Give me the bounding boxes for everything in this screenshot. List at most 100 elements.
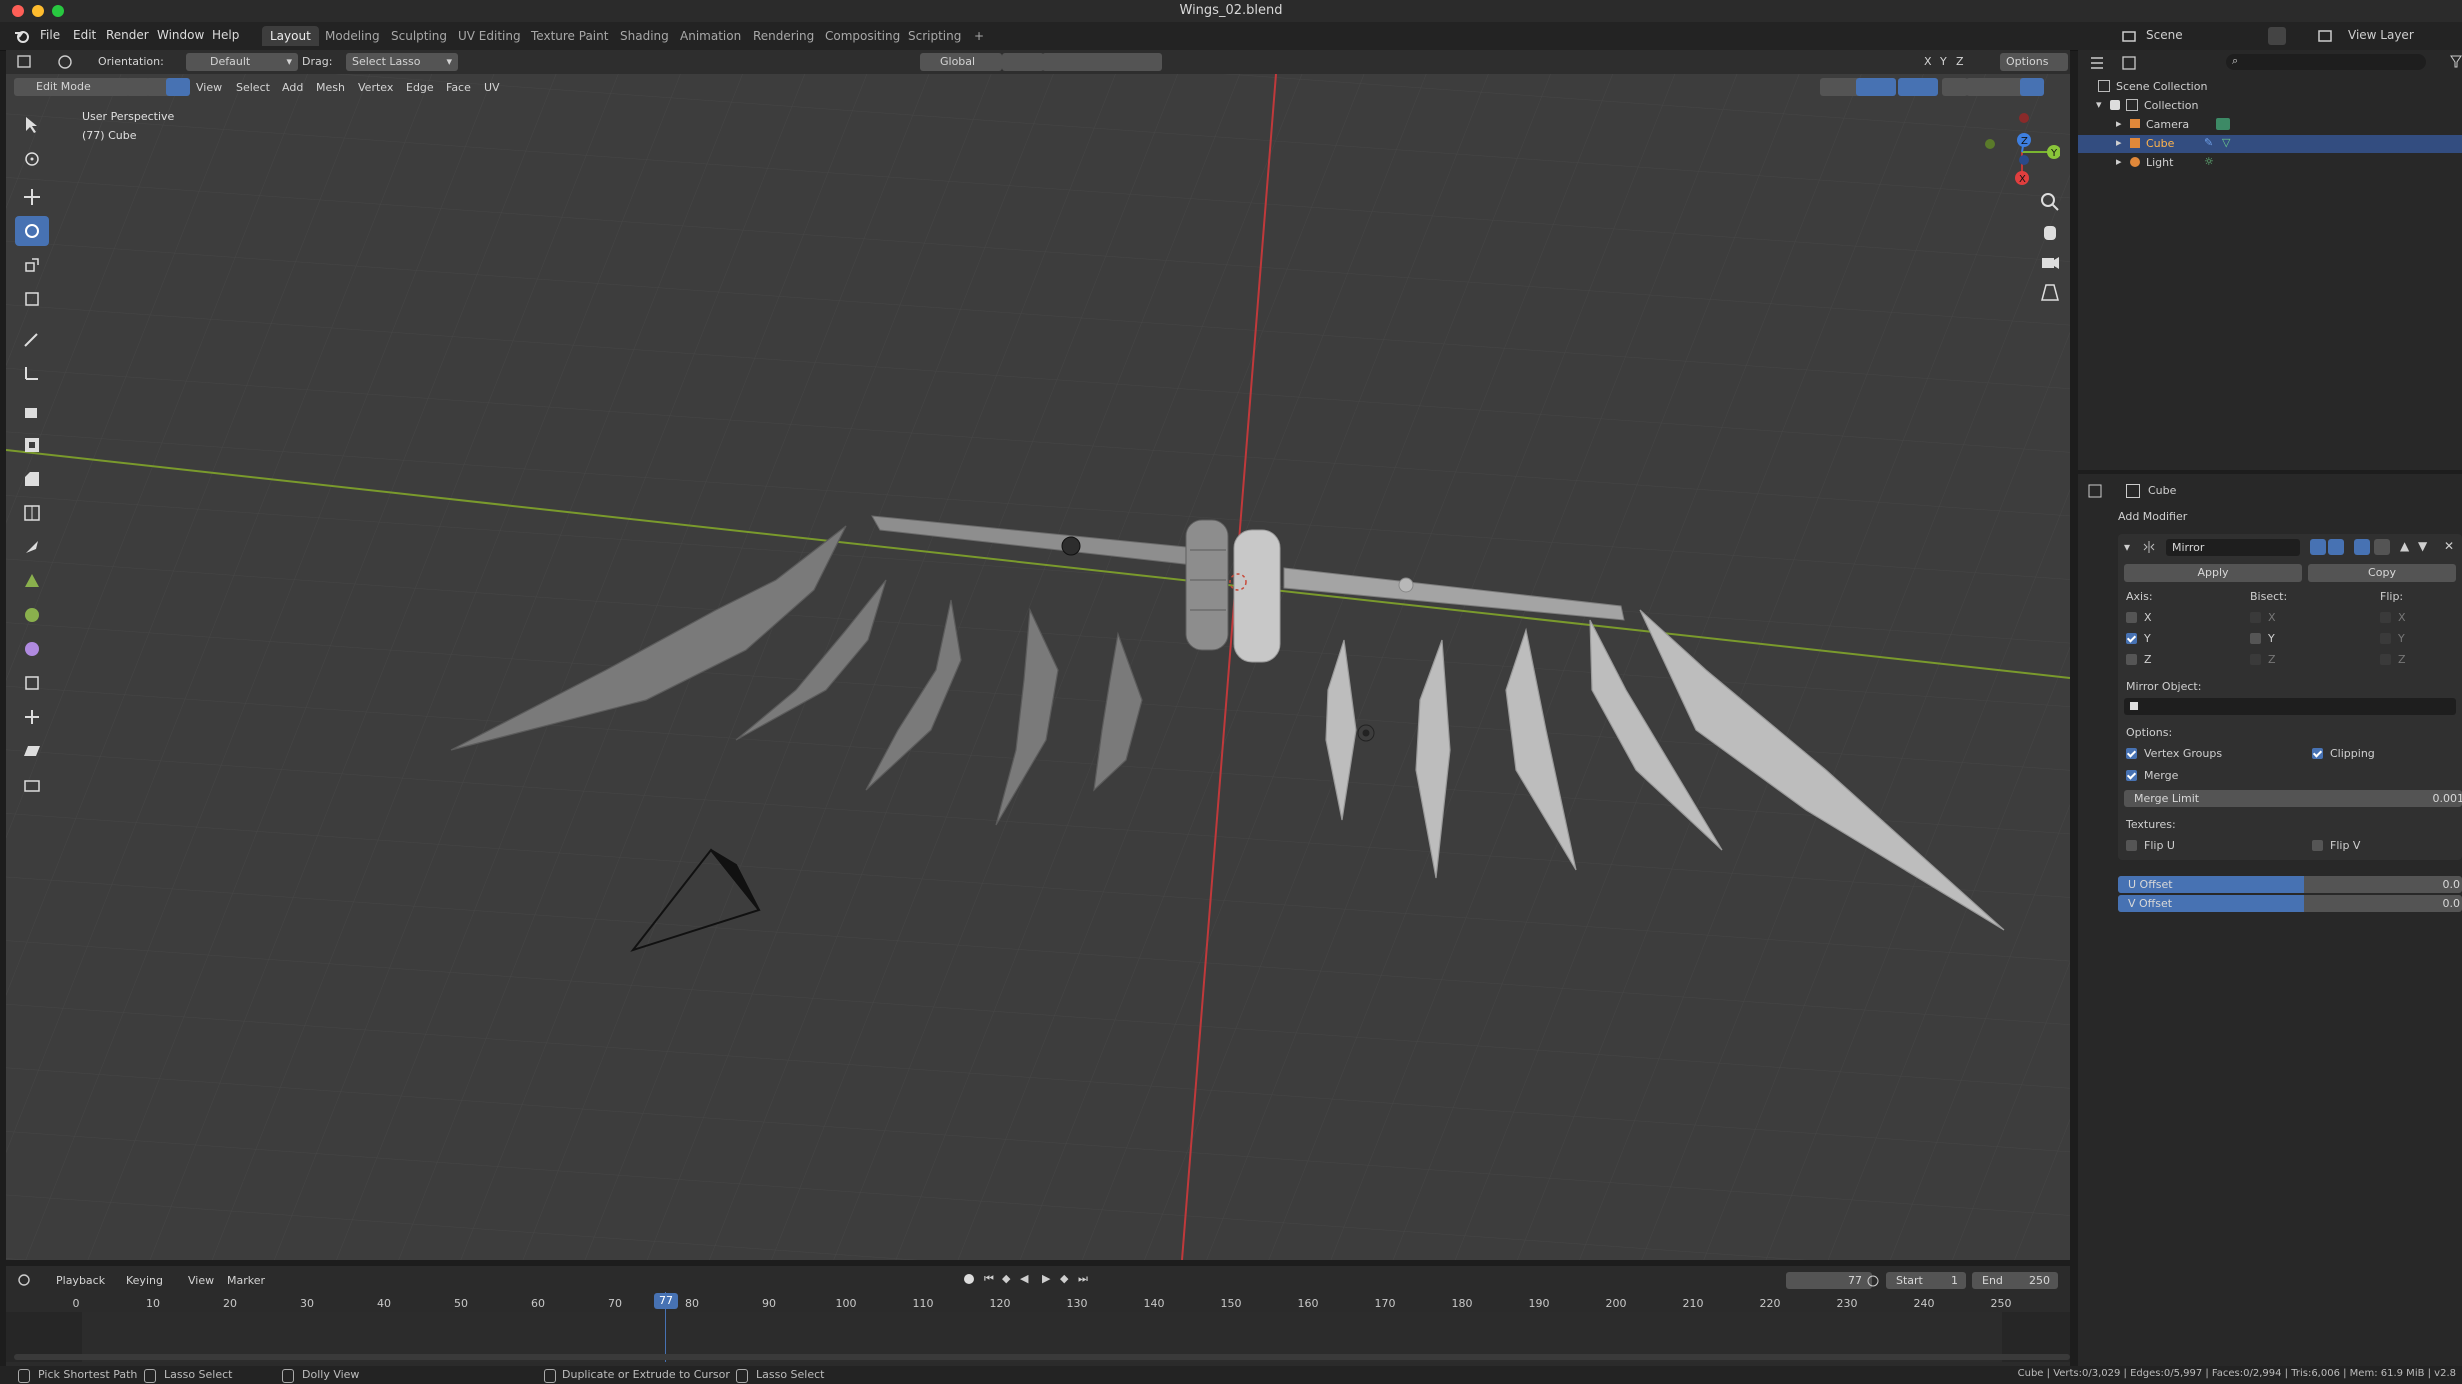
rotate-tool[interactable] [15,216,49,246]
merge-limit-field[interactable]: Merge Limit 0.001 [2124,790,2462,807]
playhead-frame-badge[interactable]: 77 [654,1293,678,1309]
u-offset-field[interactable]: U Offset 0.0 [2118,876,2462,893]
orientation-dropdown[interactable]: Default ▾ [186,53,298,71]
outliner-collection[interactable]: ▾ Collection [2078,97,2462,115]
inset-tool[interactable] [15,430,49,460]
extrude-tool[interactable] [15,396,49,426]
mode-dropdown[interactable]: Edit Mode [14,78,130,96]
proportional-falloff-dropdown[interactable] [1120,53,1162,71]
display-mode-icon[interactable] [2120,54,2140,72]
menu-mesh[interactable]: Mesh [316,81,345,94]
timeline-editor[interactable]: Playback Keying View Marker ⏮ ◆ ◀ ▶ ◆ ⏭ … [6,1266,2070,1370]
on-cage-toggle[interactable] [2374,539,2390,555]
shrink-fatten-tool[interactable] [15,702,49,732]
navigation-gizmo[interactable]: X Y Z [1980,110,2061,190]
jump-start-icon[interactable]: ⏮ [984,1272,994,1286]
drag-dropdown[interactable]: Select Lasso ▾ [346,53,458,71]
play-icon[interactable]: ▶ [1042,1272,1050,1285]
transform-tool[interactable] [15,284,49,314]
xray-toggle[interactable] [1942,78,1968,96]
menu-window[interactable]: Window [157,28,204,42]
scale-tool[interactable] [15,250,49,280]
gizmo-toggle[interactable] [1856,78,1896,96]
tab-texture-paint[interactable]: Texture Paint [523,26,616,46]
outliner-search-input[interactable]: ⌕ [2226,54,2426,70]
bisect-x-checkbox[interactable] [2250,612,2261,623]
mirror-axis-y[interactable]: Y [1940,55,1947,68]
selectability-visibility-dropdown[interactable] [1820,78,1860,96]
outliner-scene-collection[interactable]: Scene Collection [2078,78,2462,96]
overlay-toggle[interactable] [1898,78,1938,96]
rip-region-tool[interactable] [15,770,49,800]
cursor-tool[interactable] [15,144,49,174]
menu-face[interactable]: Face [446,81,471,94]
tab-shading[interactable]: Shading [612,26,677,46]
v-offset-field[interactable]: V Offset 0.0 [2118,895,2462,912]
perspective-toggle-icon[interactable] [2038,280,2062,304]
bisect-y-checkbox[interactable] [2250,633,2261,644]
menu-marker[interactable]: Marker [227,1274,265,1287]
view-layer-selector[interactable]: View Layer [2348,28,2414,42]
flip-v-checkbox[interactable] [2312,840,2323,851]
editor-type-icon[interactable] [16,53,36,71]
pivot-point-dropdown[interactable] [1002,53,1044,71]
play-reverse-icon[interactable]: ◀ [1020,1272,1028,1285]
start-frame-field[interactable]: Start 1 [1886,1272,1966,1289]
menu-keying[interactable]: Keying [126,1274,163,1287]
menu-uv[interactable]: UV [484,81,500,94]
editmode-toggle[interactable] [2354,539,2370,555]
menu-edge[interactable]: Edge [406,81,434,94]
face-select-mode[interactable] [166,78,190,96]
poly-build-tool[interactable] [15,566,49,596]
pan-hand-icon[interactable] [2038,220,2062,244]
move-up-icon[interactable]: ▲ [2400,539,2409,553]
knife-tool[interactable] [15,532,49,562]
flip-y-checkbox[interactable] [2380,633,2391,644]
menu-select[interactable]: Select [236,81,270,94]
blender-logo-icon[interactable] [14,28,30,44]
outliner-item-light[interactable]: ▸ Light ☼ [2078,154,2462,172]
apply-button[interactable]: Apply [2124,564,2302,582]
measure-tool[interactable] [15,358,49,388]
copy-button[interactable]: Copy [2308,564,2456,582]
bevel-tool[interactable] [15,464,49,494]
mirror-object-field[interactable] [2124,698,2456,715]
tab-modeling[interactable]: Modeling [317,26,388,46]
bisect-z-checkbox[interactable] [2250,654,2261,665]
menu-vertex[interactable]: Vertex [358,81,393,94]
move-tool[interactable] [15,182,49,212]
shading-rendered[interactable] [2020,78,2044,96]
tab-layout[interactable]: Layout [262,26,319,46]
tab-rendering[interactable]: Rendering [745,26,822,46]
flip-z-checkbox[interactable] [2380,654,2391,665]
add-workspace-button[interactable]: + [966,26,992,46]
options-dropdown[interactable]: Options [2000,53,2068,71]
end-frame-field[interactable]: End 250 [1972,1272,2058,1289]
clipping-checkbox[interactable] [2312,748,2323,759]
scene-icon[interactable] [2120,27,2138,45]
3d-viewport[interactable] [6,50,2070,1260]
outliner-editor-icon[interactable] [2088,54,2108,72]
flip-x-checkbox[interactable] [2380,612,2391,623]
flip-u-checkbox[interactable] [2126,840,2137,851]
stopwatch-icon[interactable] [1866,1274,1880,1288]
shear-tool[interactable] [15,736,49,766]
record-icon[interactable] [962,1272,976,1286]
realtime-toggle[interactable] [2310,539,2326,555]
transform-orientation-dropdown[interactable]: Global [920,53,1002,71]
outliner-filter-icon[interactable] [2450,54,2462,68]
timeline-editor-icon[interactable] [16,1272,36,1288]
menu-playback[interactable]: Playback [56,1274,105,1287]
mirror-axis-x[interactable]: X [1924,55,1932,68]
menu-timeline-view[interactable]: View [188,1274,214,1287]
mirror-axis-z[interactable]: Z [1956,55,1964,68]
new-scene-icon[interactable] [2268,27,2286,45]
tab-scripting[interactable]: Scripting [900,26,969,46]
remove-modifier-icon[interactable]: ✕ [2444,539,2454,553]
annotate-tool[interactable] [15,324,49,354]
tab-compositing[interactable]: Compositing [817,26,908,46]
properties-editor-icon[interactable] [2086,482,2106,500]
jump-end-icon[interactable]: ⏭ [1078,1272,1088,1286]
menu-view[interactable]: View [196,81,222,94]
menu-render[interactable]: Render [106,28,149,42]
